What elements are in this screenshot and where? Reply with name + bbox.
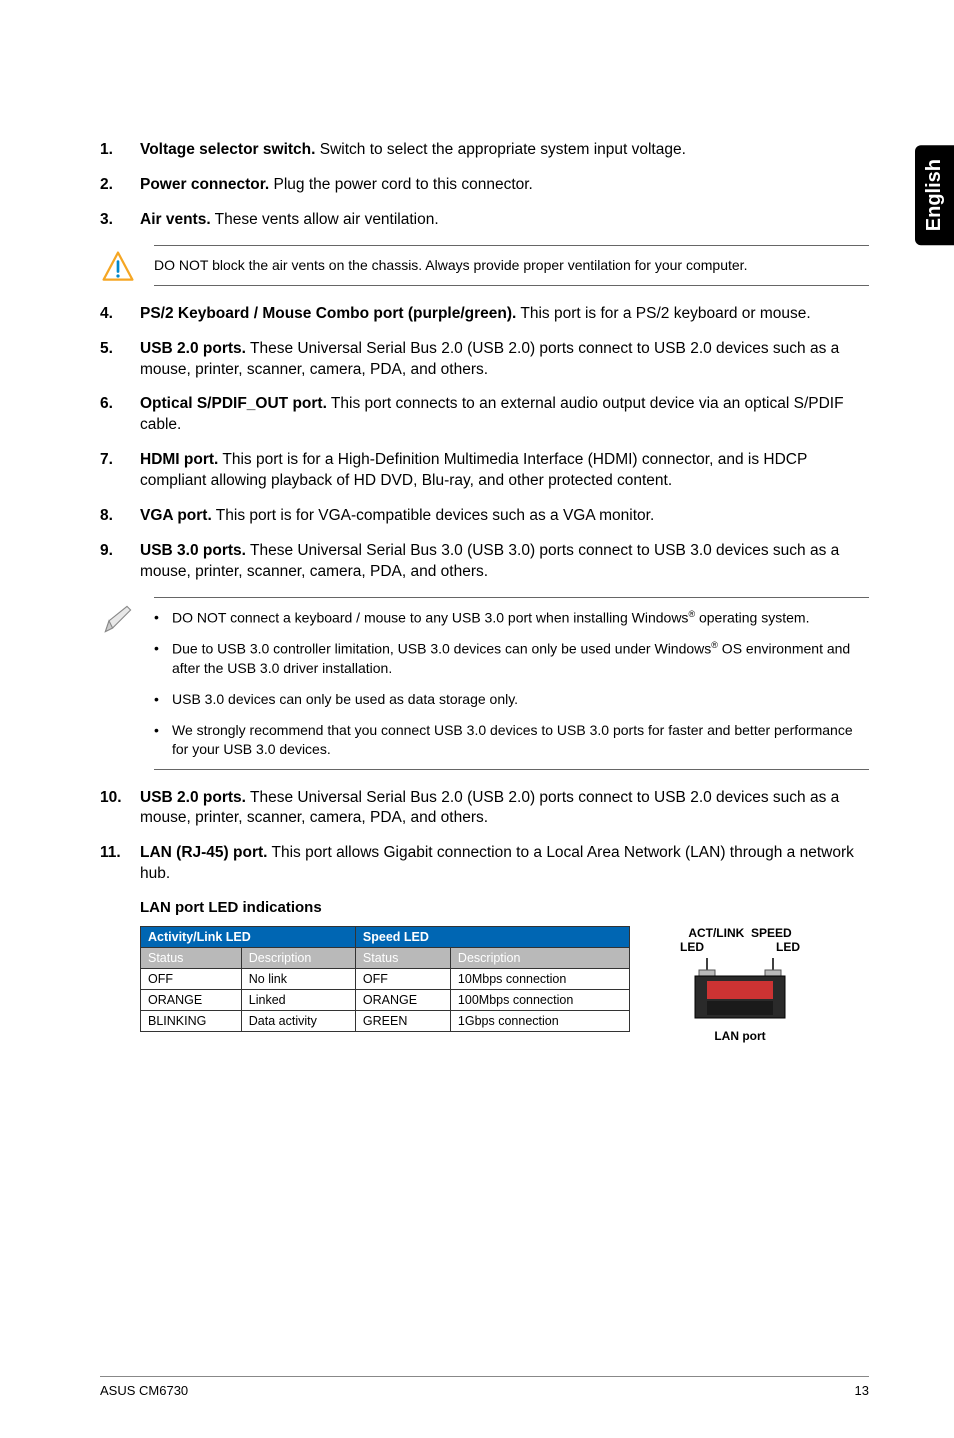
table-row: ORANGELinkedORANGE100Mbps connection <box>141 990 630 1011</box>
item-text: VGA port. This port is for VGA-compatibl… <box>140 506 869 527</box>
item-bold: USB 2.0 ports. <box>140 340 246 357</box>
item-number: 5. <box>100 339 140 381</box>
table-cell: OFF <box>141 969 242 990</box>
item-bold: HDMI port. <box>140 451 218 468</box>
list-item: 6.Optical S/PDIF_OUT port. This port con… <box>100 394 869 436</box>
table-cell: 100Mbps connection <box>450 990 629 1011</box>
warning-text: DO NOT block the air vents on the chassi… <box>154 245 869 286</box>
table-subheader: Status <box>141 948 242 969</box>
lan-led-table: Activity/Link LED Speed LED StatusDescri… <box>140 926 630 1032</box>
pencil-icon <box>100 601 136 637</box>
item-bold: Optical S/PDIF_OUT port. <box>140 395 327 412</box>
item-text: USB 3.0 ports. These Universal Serial Bu… <box>140 541 869 583</box>
item-text: HDMI port. This port is for a High-Defin… <box>140 450 869 492</box>
table-cell: GREEN <box>355 1011 450 1032</box>
note-text: We strongly recommend that you connect U… <box>172 721 869 759</box>
item-text: PS/2 Keyboard / Mouse Combo port (purple… <box>140 304 869 325</box>
feature-list-3: 10.USB 2.0 ports. These Universal Serial… <box>100 788 869 886</box>
lan-port-icon <box>685 956 795 1026</box>
diag-title-left: ACT/LINK <box>688 926 744 940</box>
list-item: 11.LAN (RJ-45) port. This port allows Gi… <box>100 843 869 885</box>
page-footer: ASUS CM6730 13 <box>100 1376 869 1398</box>
item-text: USB 2.0 ports. These Universal Serial Bu… <box>140 339 869 381</box>
table-subheader: Status <box>355 948 450 969</box>
bullet-icon: • <box>154 608 172 628</box>
table-cell: ORANGE <box>141 990 242 1011</box>
note-callout: •DO NOT connect a keyboard / mouse to an… <box>100 597 869 770</box>
item-number: 8. <box>100 506 140 527</box>
list-item: 5.USB 2.0 ports. These Universal Serial … <box>100 339 869 381</box>
note-text: USB 3.0 devices can only be used as data… <box>172 690 518 709</box>
table-cell: 1Gbps connection <box>450 1011 629 1032</box>
table-cell: OFF <box>355 969 450 990</box>
table-cell: Data activity <box>241 1011 355 1032</box>
table-cell: No link <box>241 969 355 990</box>
table-cell: BLINKING <box>141 1011 242 1032</box>
table-cell: Linked <box>241 990 355 1011</box>
item-bold: VGA port. <box>140 507 212 524</box>
item-bold: Voltage selector switch. <box>140 141 315 158</box>
footer-product: ASUS CM6730 <box>100 1383 188 1398</box>
item-bold: PS/2 Keyboard / Mouse Combo port (purple… <box>140 305 516 322</box>
item-number: 9. <box>100 541 140 583</box>
item-text: Voltage selector switch. Switch to selec… <box>140 140 869 161</box>
list-item: 4.PS/2 Keyboard / Mouse Combo port (purp… <box>100 304 869 325</box>
item-number: 1. <box>100 140 140 161</box>
lan-led-heading: LAN port LED indications <box>140 899 869 916</box>
diag-led-right: LED <box>776 940 800 954</box>
item-number: 3. <box>100 210 140 231</box>
table-row: OFFNo linkOFF10Mbps connection <box>141 969 630 990</box>
lan-port-diagram: ACT/LINK SPEED LED LED LAN port <box>680 926 800 1043</box>
item-bold: Air vents. <box>140 211 211 228</box>
note-item: •Due to USB 3.0 controller limitation, U… <box>154 639 869 677</box>
table-header-speed: Speed LED <box>355 927 629 948</box>
item-text: Optical S/PDIF_OUT port. This port conne… <box>140 394 869 436</box>
table-cell: ORANGE <box>355 990 450 1011</box>
item-number: 6. <box>100 394 140 436</box>
list-item: 1.Voltage selector switch. Switch to sel… <box>100 140 869 161</box>
item-bold: USB 2.0 ports. <box>140 789 246 806</box>
note-text: Due to USB 3.0 controller limitation, US… <box>172 639 869 677</box>
warning-icon <box>100 249 136 285</box>
note-item: •USB 3.0 devices can only be used as dat… <box>154 690 869 709</box>
table-row: BLINKINGData activityGREEN1Gbps connecti… <box>141 1011 630 1032</box>
bullet-icon: • <box>154 690 172 709</box>
note-item: •DO NOT connect a keyboard / mouse to an… <box>154 608 869 628</box>
table-subheader: Description <box>450 948 629 969</box>
table-subheader: Description <box>241 948 355 969</box>
table-header-activity: Activity/Link LED <box>141 927 356 948</box>
item-text: USB 2.0 ports. These Universal Serial Bu… <box>140 788 869 830</box>
footer-page-number: 13 <box>855 1383 869 1398</box>
item-bold: LAN (RJ-45) port. <box>140 844 267 861</box>
list-item: 7.HDMI port. This port is for a High-Def… <box>100 450 869 492</box>
list-item: 3.Air vents. These vents allow air venti… <box>100 210 869 231</box>
item-number: 7. <box>100 450 140 492</box>
diag-title-right: SPEED <box>751 926 792 940</box>
item-bold: Power connector. <box>140 176 269 193</box>
diag-caption: LAN port <box>680 1029 800 1043</box>
language-tab: English <box>915 145 954 245</box>
note-text: DO NOT connect a keyboard / mouse to any… <box>172 608 809 628</box>
diag-led-left: LED <box>680 940 704 954</box>
warning-callout: DO NOT block the air vents on the chassi… <box>100 245 869 286</box>
item-text: LAN (RJ-45) port. This port allows Gigab… <box>140 843 869 885</box>
table-cell: 10Mbps connection <box>450 969 629 990</box>
item-number: 11. <box>100 843 140 885</box>
item-bold: USB 3.0 ports. <box>140 542 246 559</box>
item-number: 4. <box>100 304 140 325</box>
list-item: 9.USB 3.0 ports. These Universal Serial … <box>100 541 869 583</box>
item-text: Air vents. These vents allow air ventila… <box>140 210 869 231</box>
list-item: 2.Power connector. Plug the power cord t… <box>100 175 869 196</box>
item-text: Power connector. Plug the power cord to … <box>140 175 869 196</box>
feature-list-1: 1.Voltage selector switch. Switch to sel… <box>100 140 869 231</box>
item-number: 10. <box>100 788 140 830</box>
note-item: •We strongly recommend that you connect … <box>154 721 869 759</box>
bullet-icon: • <box>154 639 172 677</box>
list-item: 10.USB 2.0 ports. These Universal Serial… <box>100 788 869 830</box>
item-number: 2. <box>100 175 140 196</box>
list-item: 8.VGA port. This port is for VGA-compati… <box>100 506 869 527</box>
bullet-icon: • <box>154 721 172 759</box>
feature-list-2: 4.PS/2 Keyboard / Mouse Combo port (purp… <box>100 304 869 583</box>
note-body: •DO NOT connect a keyboard / mouse to an… <box>154 597 869 770</box>
